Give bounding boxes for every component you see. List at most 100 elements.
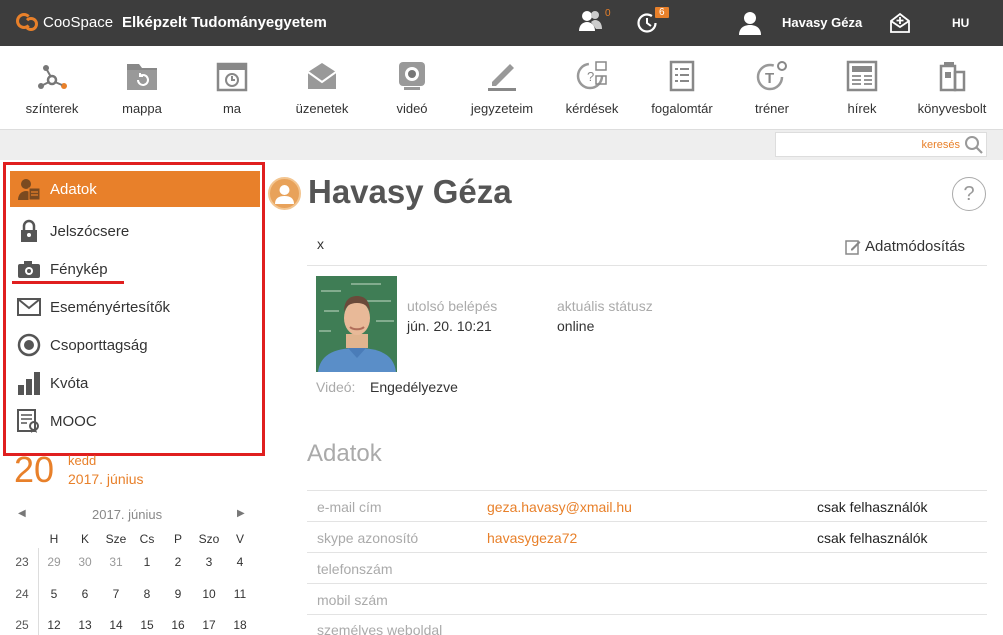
calendar-week-row: 23 29 30 31 1 2 3 4 bbox=[10, 555, 254, 573]
webcam-icon bbox=[399, 62, 425, 90]
calendar-day[interactable]: 12 bbox=[42, 618, 66, 632]
week-number: 23 bbox=[15, 555, 29, 569]
calendar-day[interactable]: 16 bbox=[166, 618, 190, 632]
row-label-mobile: mobil szám bbox=[317, 592, 388, 608]
row-label-skype: skype azonosító bbox=[317, 530, 419, 546]
calendar-day[interactable]: 11 bbox=[228, 587, 252, 601]
calendar-day[interactable]: 29 bbox=[42, 555, 66, 569]
calendar-weekday-header: H K Sze Cs P Szo V bbox=[10, 532, 254, 550]
divider bbox=[307, 583, 987, 584]
tool-hirek[interactable]: hírek bbox=[817, 46, 907, 130]
tool-label: tréner bbox=[755, 101, 789, 116]
certificate-icon bbox=[16, 408, 42, 434]
section-title-adatok: Adatok bbox=[307, 440, 382, 467]
pencil-icon bbox=[488, 64, 516, 91]
row-label-phone: telefonszám bbox=[317, 561, 393, 577]
glossary-icon bbox=[669, 60, 695, 92]
calendar-next-icon[interactable]: ▶ bbox=[237, 508, 245, 519]
calendar-day[interactable]: 10 bbox=[197, 587, 221, 601]
tool-label: üzenetek bbox=[295, 101, 349, 116]
divider bbox=[307, 552, 987, 553]
weekday-label: Cs bbox=[139, 532, 155, 546]
sidebar-item-mooc[interactable]: MOOC bbox=[10, 403, 260, 439]
target-icon bbox=[16, 332, 42, 358]
calendar-day[interactable]: 2 bbox=[166, 555, 190, 569]
calendar-day[interactable]: 30 bbox=[73, 555, 97, 569]
calendar-day[interactable]: 7 bbox=[104, 587, 128, 601]
search-band bbox=[0, 130, 1003, 160]
tool-label: jegyzeteim bbox=[470, 101, 534, 116]
search-input[interactable] bbox=[776, 133, 964, 156]
calendar-day[interactable]: 3 bbox=[197, 555, 221, 569]
calendar-day[interactable]: 15 bbox=[135, 618, 159, 632]
id-card-icon bbox=[16, 176, 42, 202]
weekday-label: P bbox=[173, 532, 182, 546]
lock-icon bbox=[16, 218, 42, 244]
tool-ma[interactable]: ma bbox=[187, 46, 277, 130]
coospace-logo[interactable]: CooSpace bbox=[16, 10, 113, 34]
highlight-underline bbox=[12, 281, 124, 284]
profile-sidebar: Adatok Jelszócsere Fénykép Eseményértesí… bbox=[3, 162, 265, 456]
email-link[interactable]: geza.havasy@xmail.hu bbox=[487, 499, 632, 515]
calendar-day[interactable]: 1 bbox=[135, 555, 159, 569]
username[interactable]: Havasy Géza bbox=[782, 15, 862, 30]
sidebar-item-label: Eseményértesítők bbox=[50, 298, 171, 316]
calendar-day[interactable]: 31 bbox=[104, 555, 128, 569]
calendar-day[interactable]: 4 bbox=[228, 555, 252, 569]
search-box bbox=[775, 132, 987, 157]
calendar-day[interactable]: 8 bbox=[135, 587, 159, 601]
network-icon bbox=[38, 65, 67, 89]
tool-mappa[interactable]: mappa bbox=[97, 46, 187, 130]
sidebar-item-csoporttagsag[interactable]: Csoporttagság bbox=[10, 327, 260, 363]
tool-video[interactable]: videó bbox=[367, 46, 457, 130]
calendar-day[interactable]: 9 bbox=[166, 587, 190, 601]
edit-label: Adatmódosítás bbox=[865, 238, 966, 255]
tool-trener[interactable]: T tréner bbox=[727, 46, 817, 130]
university-name[interactable]: Elképzelt Tudományegyetem bbox=[122, 14, 327, 31]
bar-chart-icon bbox=[16, 370, 42, 396]
help-icon[interactable]: ? bbox=[952, 177, 986, 211]
page-title: Havasy Géza bbox=[308, 173, 512, 210]
tool-uzenetek[interactable]: üzenetek bbox=[277, 46, 367, 130]
tool-label: színterek bbox=[25, 101, 79, 116]
skype-link[interactable]: havasygeza72 bbox=[487, 530, 577, 546]
invite-icon[interactable] bbox=[888, 11, 912, 40]
calendar-day[interactable]: 6 bbox=[73, 587, 97, 601]
calendar-prev-icon[interactable]: ◀ bbox=[18, 508, 26, 519]
calendar-day[interactable]: 18 bbox=[228, 618, 252, 632]
sidebar-item-label: Fénykép bbox=[50, 260, 108, 278]
folder-icon bbox=[127, 64, 157, 90]
calendar-clock-icon bbox=[216, 62, 248, 92]
last-login-label: utolsó belépés bbox=[407, 298, 498, 314]
camera-icon bbox=[16, 256, 42, 282]
last-login-value: jún. 20. 10:21 bbox=[407, 318, 492, 334]
sidebar-item-jelszocsere[interactable]: Jelszócsere bbox=[10, 213, 260, 249]
week-number: 24 bbox=[15, 587, 29, 601]
tool-szinterek[interactable]: színterek bbox=[7, 46, 97, 130]
sidebar-item-label: Jelszócsere bbox=[50, 222, 130, 240]
tool-jegyzeteim[interactable]: jegyzeteim bbox=[457, 46, 547, 130]
sidebar-item-adatok[interactable]: Adatok bbox=[10, 171, 260, 207]
sidebar-item-kvota[interactable]: Kvóta bbox=[10, 365, 260, 401]
weekday-label: V bbox=[235, 532, 244, 546]
calendar-day[interactable]: 13 bbox=[73, 618, 97, 632]
tool-kerdesek[interactable]: ? kérdések bbox=[547, 46, 637, 130]
calendar-day[interactable]: 5 bbox=[42, 587, 66, 601]
calendar-day[interactable]: 17 bbox=[197, 618, 221, 632]
sidebar-item-esemenyertesitok[interactable]: Eseményértesítők bbox=[10, 289, 260, 325]
contacts-icon[interactable] bbox=[578, 8, 604, 39]
calendar-week-row: 25 12 13 14 15 16 17 18 bbox=[10, 618, 254, 635]
email-visibility: csak felhasználók bbox=[817, 499, 928, 515]
contacts-badge: 0 bbox=[605, 8, 611, 19]
sidebar-item-label: Adatok bbox=[50, 180, 97, 198]
calendar-day-number: 20 bbox=[14, 449, 55, 490]
language-selector[interactable]: HU bbox=[952, 16, 969, 30]
edit-profile-button[interactable]: Adatmódosítás bbox=[845, 238, 965, 255]
tool-fogalomtar[interactable]: fogalomtár bbox=[637, 46, 727, 130]
calendar-day[interactable]: 14 bbox=[104, 618, 128, 632]
weekday-label: Szo bbox=[198, 532, 220, 546]
tool-konyvesbolt[interactable]: könyvesbolt bbox=[907, 46, 997, 130]
divider bbox=[307, 265, 987, 266]
user-icon[interactable] bbox=[738, 11, 762, 40]
search-icon[interactable] bbox=[964, 135, 984, 155]
